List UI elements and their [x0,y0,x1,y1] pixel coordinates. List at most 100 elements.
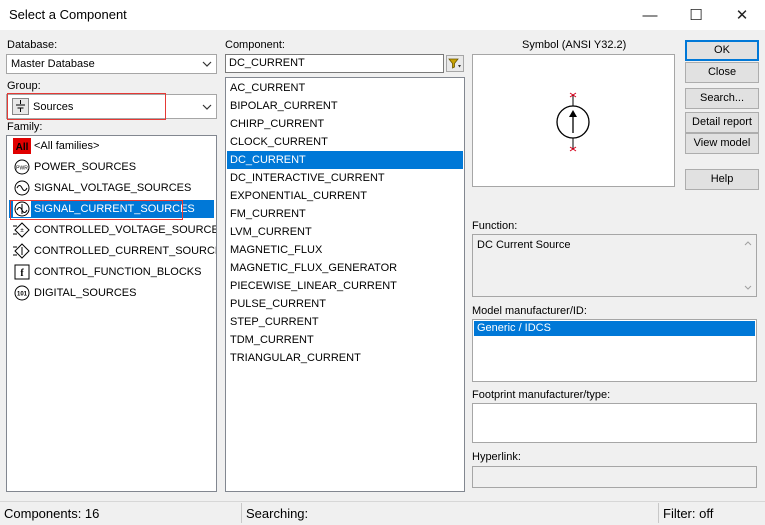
filter-icon [448,58,461,69]
detail-report-button[interactable]: Detail report [685,112,759,133]
component-item[interactable]: TRIANGULAR_CURRENT [227,349,463,367]
component-item[interactable]: PULSE_CURRENT [227,295,463,313]
component-item[interactable]: TDM_CURRENT [227,331,463,349]
component-search-input[interactable]: DC_CURRENT [225,54,444,73]
component-item-label: LVM_CURRENT [230,226,312,238]
filter-button[interactable] [446,55,464,72]
help-button[interactable]: Help [685,169,759,190]
signal-voltage-icon [14,180,30,196]
component-item[interactable]: EXPONENTIAL_CURRENT [227,187,463,205]
component-item[interactable]: DC_CURRENT [227,151,463,169]
function-scrollbar[interactable] [741,236,755,295]
component-item-label: CHIRP_CURRENT [230,118,325,130]
component-item[interactable]: FM_CURRENT [227,205,463,223]
detail-report-label: Detail report [692,116,752,128]
hyperlink-field[interactable] [472,466,757,488]
component-item-label: FM_CURRENT [230,208,306,220]
component-item[interactable]: CHIRP_CURRENT [227,115,463,133]
family-item-label: <All families> [34,140,100,152]
view-model-button[interactable]: View model [685,133,759,154]
minimize-icon: — [642,6,658,24]
component-item[interactable]: BIPOLAR_CURRENT [227,97,463,115]
component-label: Component: [225,39,285,51]
model-label: Model manufacturer/ID: [472,305,587,317]
component-item[interactable]: AC_CURRENT [227,79,463,97]
close-button-label: Close [707,66,737,78]
dc-current-source-symbol [556,92,590,152]
family-item-label: DIGITAL_SOURCES [34,287,137,299]
model-item-label: Generic / IDCS [477,322,551,334]
component-item-label: EXPONENTIAL_CURRENT [230,190,367,202]
component-list[interactable]: AC_CURRENT BIPOLAR_CURRENT CHIRP_CURRENT CL… [225,77,465,492]
function-label: Function: [472,220,518,232]
close-icon: ✕ [735,7,749,24]
model-list[interactable]: Generic / IDCS [472,319,757,382]
component-item[interactable]: MAGNETIC_FLUX [227,241,463,259]
component-item-label: BIPOLAR_CURRENT [230,100,338,112]
ok-button[interactable]: OK [685,40,759,61]
family-item-signal-voltage-sources[interactable]: SIGNAL_VOLTAGE_SOURCES [9,179,214,197]
close-window-button[interactable]: ✕ [719,0,765,30]
controlled-current-icon [13,243,30,259]
component-item-label: AC_CURRENT [230,82,306,94]
component-item-label: TRIANGULAR_CURRENT [230,352,361,364]
power-icon-text: PWR [16,166,28,172]
component-item[interactable]: CLOCK_CURRENT [227,133,463,151]
maximize-button[interactable]: ☐ [673,0,719,30]
symbol-preview [472,54,675,187]
help-button-label: Help [710,173,734,185]
digital-icon-text: 101 [17,292,28,298]
family-label: Family: [7,121,43,133]
database-label: Database: [7,39,58,51]
search-button[interactable]: Search... [685,88,759,109]
all-icon-text: All [16,142,29,153]
component-item-label: CLOCK_CURRENT [230,136,328,148]
hyperlink-label: Hyperlink: [472,451,521,463]
maximize-icon: ☐ [689,7,703,24]
family-list[interactable]: All <All families> PWR POWER_SOURCES SIG… [6,135,217,492]
search-button-label: Search... [699,92,745,104]
footprint-label: Footprint manufacturer/type: [472,389,611,401]
minimize-button[interactable]: — [627,0,673,30]
group-highlight-box [7,93,166,120]
component-item-label: DC_INTERACTIVE_CURRENT [230,172,385,184]
component-item[interactable]: DC_INTERACTIVE_CURRENT [227,169,463,187]
family-item-all[interactable]: All <All families> [9,137,214,155]
status-bar [0,501,765,525]
family-item-controlled-voltage-sources[interactable]: ± CONTROLLED_VOLTAGE_SOURCES [9,221,216,239]
model-item-selected[interactable]: Generic / IDCS [474,321,755,336]
symbol-label: Symbol (ANSI Y32.2) [522,39,627,51]
component-item[interactable]: LVM_CURRENT [227,223,463,241]
family-item-controlled-current-sources[interactable]: CONTROLLED_CURRENT_SOURCES [9,242,217,260]
digital-sources-icon: 101 [14,285,30,301]
status-divider [241,503,242,523]
footprint-list[interactable] [472,403,757,443]
family-item-digital-sources[interactable]: 101 DIGITAL_SOURCES [9,284,214,302]
component-item-label: TDM_CURRENT [230,334,314,346]
all-families-icon: All [13,138,31,154]
component-item[interactable]: STEP_CURRENT [227,313,463,331]
family-highlight-box [10,200,183,220]
close-button[interactable]: Close [685,62,759,83]
ok-button-label: OK [714,44,730,56]
components-count: Components: 16 [4,506,100,521]
component-item-label: STEP_CURRENT [230,316,319,328]
view-model-label: View model [693,137,751,149]
chevron-down-icon [202,104,212,110]
component-item-label: MAGNETIC_FLUX_GENERATOR [230,262,398,274]
component-item[interactable]: MAGNETIC_FLUX_GENERATOR [227,259,463,277]
function-text: DC Current Source [472,234,757,297]
filter-status: Filter: off [663,506,714,521]
family-item-label: POWER_SOURCES [34,161,137,173]
database-select[interactable]: Master Database [6,54,217,74]
family-item-power-sources[interactable]: PWR POWER_SOURCES [9,158,214,176]
component-item-label: PIECEWISE_LINEAR_CURRENT [230,280,397,292]
function-value: DC Current Source [477,239,571,251]
family-item-label: CONTROLLED_CURRENT_SOURCES [34,245,217,257]
controlled-voltage-icon: ± [13,222,30,238]
family-item-control-function-blocks[interactable]: f CONTROL_FUNCTION_BLOCKS [9,263,214,281]
group-label: Group: [7,80,41,92]
searching-status: Searching: [246,506,309,521]
component-item[interactable]: PIECEWISE_LINEAR_CURRENT [227,277,463,295]
control-function-icon: f [14,264,30,280]
